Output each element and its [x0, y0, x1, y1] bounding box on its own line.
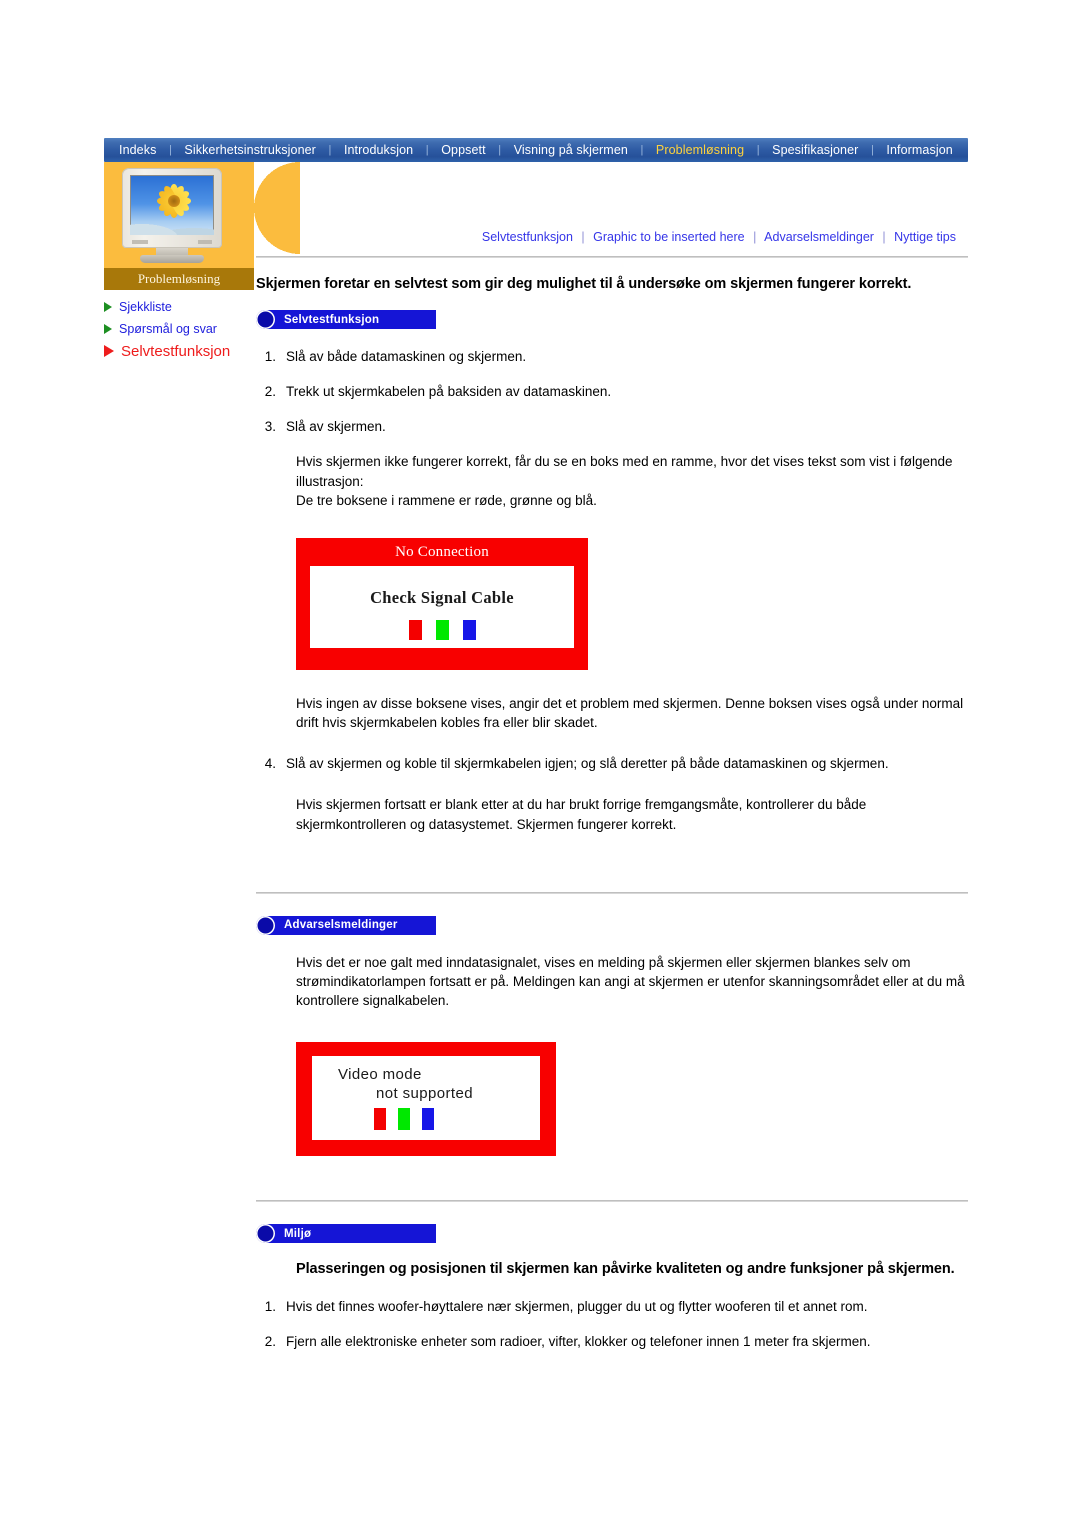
- list-item-number: 3.: [264, 419, 276, 435]
- nav-separator: |: [870, 144, 874, 156]
- no-connection-error-graphic: No Connection Check Signal Cable: [296, 537, 588, 670]
- badge-circle-icon: [256, 310, 275, 329]
- subnav-item-selvtestfunksjon[interactable]: Selvtestfunksjon: [482, 230, 573, 244]
- list-item-text: Slå av skjermen og koble til skjermkabel…: [286, 756, 889, 772]
- nav-item-spesifikasjoner[interactable]: Spesifikasjoner: [765, 138, 865, 162]
- video-mode-not-supported-graphic: Video mode not supported: [296, 1042, 556, 1157]
- list-item: 2. Trekk ut skjermkabelen på baksiden av…: [256, 382, 968, 401]
- badge-circle-icon: [256, 915, 275, 935]
- nav-item-indeks[interactable]: Indeks: [112, 138, 163, 162]
- sidebar-item-label: Spørsmål og svar: [119, 322, 217, 336]
- green-triangle-icon: [104, 302, 112, 312]
- list-item-text: Hvis det finnes woofer-høyttalere nær sk…: [286, 1299, 868, 1315]
- monitor-sunflower-thumbnail: [114, 166, 236, 270]
- sub-navigation: Selvtestfunksjon | Graphic to be inserte…: [456, 230, 956, 244]
- error-inner-panel: Video mode not supported: [312, 1056, 540, 1141]
- selvtest-note-line2: De tre boksene i rammene er røde, grønne…: [296, 492, 597, 508]
- advarsel-para: Hvis det er noe galt med inndatasignalet…: [296, 954, 965, 1009]
- error-title: No Connection: [395, 543, 489, 560]
- subnav-separator: |: [581, 230, 585, 244]
- list-item-number: 2.: [264, 384, 276, 400]
- nav-separator: |: [328, 144, 332, 156]
- monitor-brand-left: [132, 240, 148, 244]
- section-badge-selvtestfunksjon: Selvtestfunksjon: [256, 310, 436, 329]
- section-badge-miljo: Miljø: [256, 1224, 436, 1244]
- list-item-text: Trekk ut skjermkabelen på baksiden av da…: [286, 384, 612, 400]
- selvtest-step-list: 1. Slå av både datamaskinen og skjermen.…: [256, 347, 968, 436]
- top-navigation-bar: Indeks | Sikkerhetsinstruksjoner | Intro…: [104, 138, 968, 162]
- page-root: Indeks | Sikkerhetsinstruksjoner | Intro…: [0, 0, 1080, 1528]
- nav-separator: |: [425, 144, 429, 156]
- selvtest-para-after-graphic: Hvis ingen av disse boksene vises, angir…: [296, 695, 964, 731]
- main-content: Selvtestfunksjon | Graphic to be inserte…: [256, 162, 968, 1368]
- blue-swatch-icon: [422, 1108, 434, 1131]
- miljo-step-list: 1. Hvis det finnes woofer-høyttalere nær…: [256, 1297, 968, 1351]
- list-item-text: Fjern alle elektroniske enheter som radi…: [286, 1334, 871, 1350]
- nav-separator: |: [169, 144, 172, 156]
- blue-swatch-icon: [462, 619, 476, 640]
- monitor-body-icon: [122, 168, 222, 248]
- list-item: 1. Slå av både datamaskinen og skjermen.: [256, 347, 968, 366]
- monitor-screen-icon: [130, 175, 214, 235]
- selvtest-note-line1: Hvis skjermen ikke fungerer korrekt, får…: [296, 454, 953, 489]
- sidebar-item-label: Sjekkliste: [119, 300, 172, 314]
- hills-graphic: [130, 218, 214, 235]
- error-message-line1: Video mode: [338, 1066, 422, 1084]
- rgb-swatches: [310, 619, 574, 640]
- red-swatch-icon: [374, 1108, 386, 1131]
- list-item: 4. Slå av skjermen og koble til skjermka…: [256, 754, 968, 773]
- subnav-item-nyttige-tips[interactable]: Nyttige tips: [894, 230, 956, 244]
- list-item-number: 1.: [264, 1299, 276, 1315]
- sunflower-icon: [156, 183, 192, 219]
- nav-separator: |: [756, 144, 760, 156]
- selvtest-para-final: Hvis skjermen fortsatt er blank etter at…: [296, 797, 867, 832]
- list-item-number: 4.: [264, 756, 276, 772]
- badge-label: Selvtestfunksjon: [284, 313, 380, 326]
- sidebar-caption: Problemløsning: [104, 268, 254, 290]
- red-triangle-icon: [104, 345, 114, 357]
- error-inner-panel: Check Signal Cable: [310, 565, 574, 648]
- subnav-item-advarselsmeldinger[interactable]: Advarselsmeldinger: [764, 230, 874, 244]
- list-item-number: 2.: [264, 1334, 276, 1350]
- nav-item-oppsett[interactable]: Oppsett: [434, 138, 492, 162]
- miljo-heading: Plasseringen og posisjonen til skjermen …: [296, 1261, 955, 1278]
- section-badge-advarselsmeldinger: Advarselsmeldinger: [256, 915, 436, 935]
- subnav-item-graphic-placeholder[interactable]: Graphic to be inserted here: [593, 230, 744, 244]
- subnav-separator: |: [753, 230, 757, 244]
- nav-separator: |: [640, 144, 644, 156]
- error-message-line2: not supported: [376, 1085, 473, 1103]
- nav-item-visning-pa-skjermen[interactable]: Visning på skjermen: [507, 138, 635, 162]
- subnav-separator: |: [882, 230, 886, 244]
- red-swatch-icon: [408, 619, 422, 640]
- list-item-text: Slå av skjermen.: [286, 419, 386, 435]
- list-item: 2. Fjern alle elektroniske enheter som r…: [256, 1332, 968, 1351]
- nav-item-informasjon[interactable]: Informasjon: [879, 138, 959, 162]
- green-swatch-icon: [398, 1108, 410, 1131]
- list-item: 1. Hvis det finnes woofer-høyttalere nær…: [256, 1297, 968, 1316]
- badge-label: Advarselsmeldinger: [284, 919, 398, 932]
- nav-item-sikkerhetsinstruksjoner[interactable]: Sikkerhetsinstruksjoner: [177, 138, 323, 162]
- green-swatch-icon: [435, 619, 449, 640]
- rgb-swatches: [312, 1108, 540, 1131]
- selvtest-step-list-continued: 4. Slå av skjermen og koble til skjermka…: [256, 754, 968, 773]
- list-item: 3. Slå av skjermen.: [256, 417, 968, 436]
- nav-separator: |: [498, 144, 502, 156]
- badge-label: Miljø: [284, 1227, 312, 1240]
- monitor-base-icon: [140, 255, 204, 263]
- monitor-brand-right: [198, 240, 212, 244]
- error-message: Check Signal Cable: [370, 587, 514, 607]
- nav-item-introduksjon[interactable]: Introduksjon: [337, 138, 420, 162]
- sidebar-item-label: Selvtestfunksjon: [121, 342, 231, 360]
- green-triangle-icon: [104, 324, 112, 334]
- list-item-number: 1.: [264, 349, 276, 364]
- list-item-text: Slå av både datamaskinen og skjermen.: [286, 349, 527, 364]
- page-title: Skjermen foretar en selvtest som gir deg…: [256, 276, 912, 292]
- nav-item-problemlosning[interactable]: Problemløsning: [649, 138, 751, 162]
